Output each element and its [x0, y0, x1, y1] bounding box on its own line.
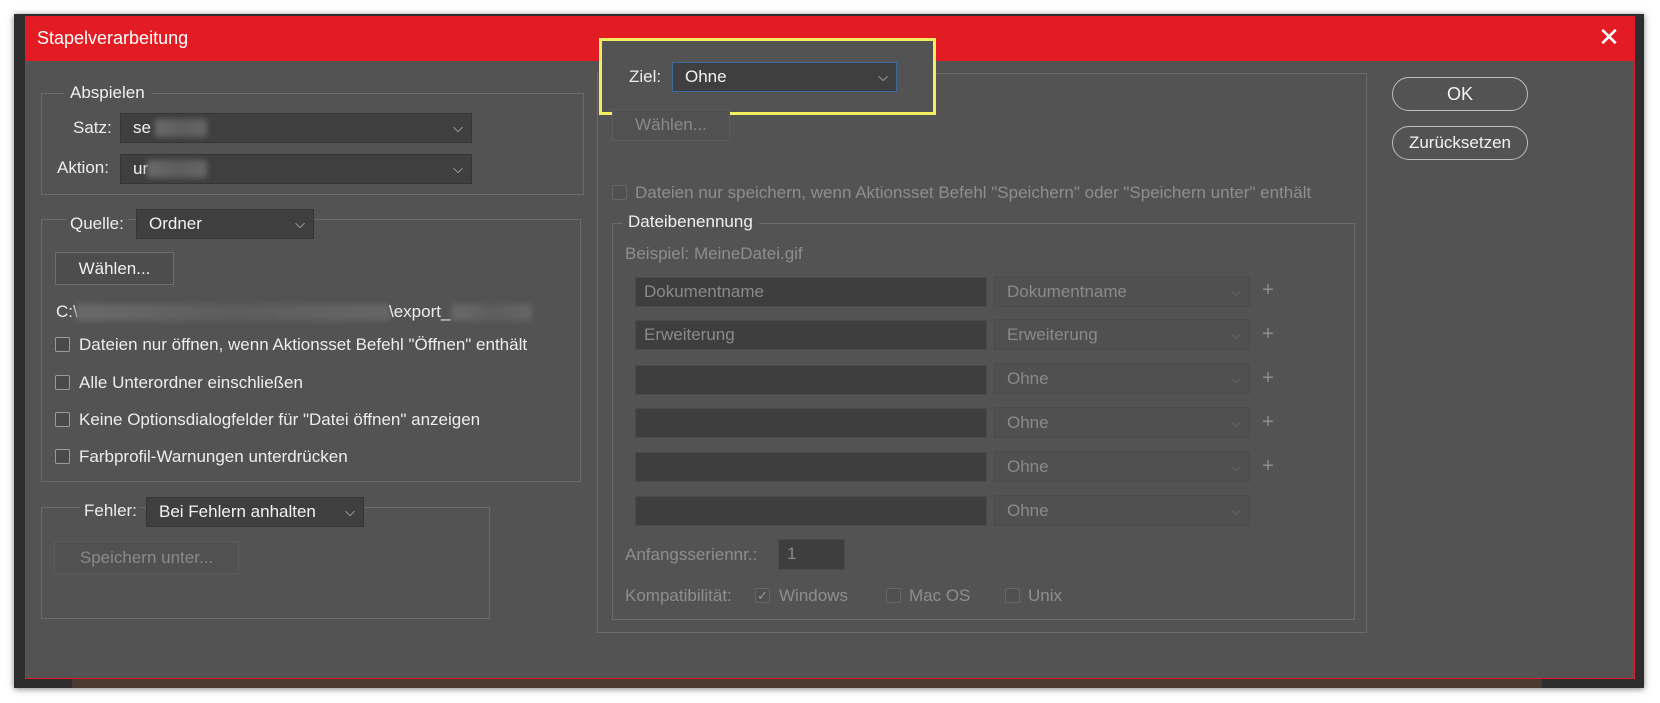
fehler-select[interactable]: Bei Fehlern anhalten ⌵ [146, 497, 364, 527]
serial-input[interactable]: 1 [778, 539, 845, 570]
naming-select-value: Erweiterung [1007, 325, 1098, 344]
naming-add-icon[interactable]: + [1258, 367, 1278, 390]
naming-field-4[interactable] [635, 408, 987, 438]
path-prefix: C:\ [56, 302, 78, 321]
chevron-down-icon: ⌵ [295, 216, 305, 231]
chevron-down-icon: ⌵ [1231, 327, 1241, 342]
path-suffix: \export_ [389, 302, 451, 321]
naming-select-1[interactable]: Dokumentname ⌵ [994, 276, 1250, 307]
naming-example: Beispiel: MeineDatei.gif [625, 244, 803, 263]
chevron-down-icon: ⌵ [1231, 459, 1241, 474]
close-icon[interactable]: ✕ [1594, 22, 1624, 52]
compat-unix-checkbox[interactable] [1005, 588, 1020, 603]
chevron-down-icon: ⌵ [453, 120, 463, 135]
fehler-value: Bei Fehlern anhalten [159, 502, 316, 521]
chevron-down-icon: ⌵ [1231, 503, 1241, 518]
fehler-save-button[interactable]: Speichern unter... [54, 541, 239, 574]
satz-select[interactable]: se ⌵ [120, 113, 472, 143]
redacted-value [155, 119, 207, 137]
compat-macos-label: Mac OS [909, 586, 971, 605]
naming-add-icon[interactable]: + [1258, 455, 1278, 478]
quelle-value: Ordner [149, 214, 202, 233]
quelle-choose-button[interactable]: Wählen... [55, 252, 174, 285]
naming-field-1[interactable]: Dokumentname [635, 277, 987, 307]
chevron-down-icon: ⌵ [1231, 415, 1241, 430]
chevron-down-icon: ⌵ [1231, 371, 1241, 386]
option-no-dialogs-checkbox[interactable] [55, 412, 70, 427]
option-color-warnings-checkbox[interactable] [55, 449, 70, 464]
naming-select-6[interactable]: Ohne ⌵ [994, 495, 1250, 526]
option-open-only-checkbox[interactable] [55, 337, 70, 352]
checkmark-icon[interactable]: ✓ [755, 588, 770, 603]
naming-field-2[interactable]: Erweiterung [635, 320, 987, 350]
option-subfolders-checkbox[interactable] [55, 375, 70, 390]
satz-label: Satz: [73, 118, 112, 137]
compat-unix-label: Unix [1028, 586, 1063, 605]
batch-dialog: Stapelverarbeitung ✕ Abspielen Satz: se … [25, 16, 1635, 679]
aktion-select[interactable]: ur ⌵ [120, 154, 472, 184]
compat-macos-checkbox[interactable] [886, 588, 901, 603]
redacted-path [76, 304, 390, 321]
naming-select-value: Ohne [1007, 413, 1049, 432]
legend-dateibenennung: Dateibenennung [622, 212, 759, 232]
naming-select-2[interactable]: Erweiterung ⌵ [994, 319, 1250, 350]
naming-select-3[interactable]: Ohne ⌵ [994, 363, 1250, 394]
highlight-box [599, 38, 936, 115]
ok-button[interactable]: OK [1392, 77, 1528, 111]
aktion-label: Aktion: [57, 158, 109, 177]
ziel-save-only-checkbox[interactable] [612, 185, 627, 200]
chevron-down-icon: ⌵ [345, 504, 355, 519]
serial-label: Anfangsseriennr.: [625, 545, 758, 564]
naming-field-5[interactable] [635, 452, 987, 482]
redacted-path [452, 304, 532, 321]
dialog-title: Stapelverarbeitung [37, 28, 189, 48]
option-open-only-label: Dateien nur öffnen, wenn Aktionsset Befe… [79, 335, 528, 354]
naming-field-6[interactable] [635, 496, 987, 526]
quelle-label: Quelle: [66, 214, 128, 234]
aktion-value: ur [133, 159, 149, 178]
naming-select-value: Ohne [1007, 369, 1049, 388]
ziel-save-only-label: Dateien nur speichern, wenn Aktionsset B… [635, 183, 1312, 202]
satz-value: se [133, 118, 151, 137]
reset-button[interactable]: Zurücksetzen [1392, 126, 1528, 160]
naming-add-icon[interactable]: + [1258, 323, 1278, 346]
naming-select-value: Ohne [1007, 501, 1049, 520]
compat-windows-label: Windows [779, 586, 848, 605]
naming-add-icon[interactable]: + [1258, 279, 1278, 302]
naming-select-5[interactable]: Ohne ⌵ [994, 451, 1250, 482]
naming-select-value: Dokumentname [1007, 282, 1128, 301]
option-color-warnings-label: Farbprofil-Warnungen unterdrücken [79, 447, 348, 466]
option-no-dialogs-label: Keine Optionsdialogfelder für "Datei öff… [79, 410, 481, 429]
naming-select-value: Ohne [1007, 457, 1049, 476]
quelle-select[interactable]: Ordner ⌵ [136, 209, 314, 239]
naming-add-icon[interactable]: + [1258, 411, 1278, 434]
fehler-label: Fehler: [80, 501, 141, 521]
chevron-down-icon: ⌵ [453, 161, 463, 176]
compat-label: Kompatibilität: [625, 586, 732, 605]
chevron-down-icon: ⌵ [1231, 284, 1241, 299]
naming-field-3[interactable] [635, 365, 987, 395]
redacted-value [147, 160, 207, 178]
naming-select-4[interactable]: Ohne ⌵ [994, 407, 1250, 438]
ziel-choose-button[interactable]: Wählen... [612, 109, 730, 141]
legend-abspielen: Abspielen [64, 83, 151, 103]
option-subfolders-label: Alle Unterordner einschließen [79, 373, 303, 392]
